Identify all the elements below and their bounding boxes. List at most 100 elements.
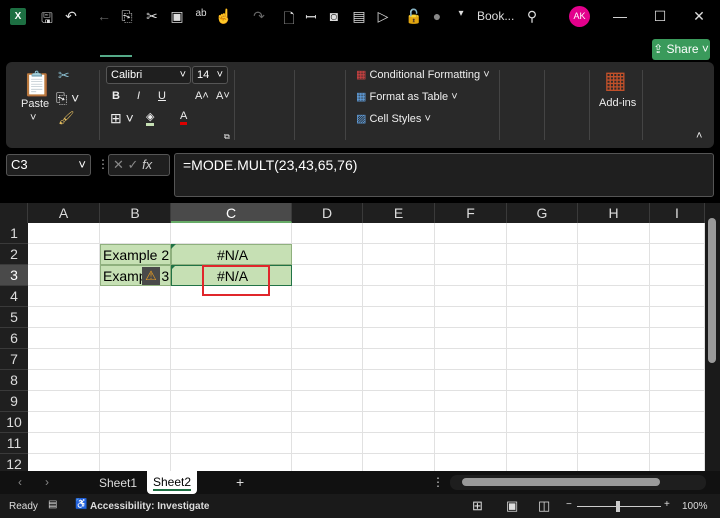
worksheet-grid[interactable]: A B C D E F G H I 1 2 3 4 5 6 7 8 9 10 11 12 Example 2 #N/A Exa… [0,203,705,475]
bold-button[interactable]: B [112,90,120,102]
accessibility-status[interactable]: Accessibility: Investigate [90,501,210,512]
paste-special-icon[interactable]: ▣ [168,8,186,25]
row-header[interactable]: 11 [0,433,28,454]
borders-icon[interactable]: ⊞ ˅ [110,110,134,127]
tab-options-icon[interactable]: ⋮ [432,475,444,489]
column-header[interactable]: C [171,203,292,223]
column-header[interactable]: E [363,203,435,223]
grow-font-button[interactable]: A˄ [195,90,209,102]
strikethrough-icon[interactable]: ꟷ [302,8,320,27]
new-file-icon[interactable]: 🗋 [280,8,298,32]
normal-view-icon[interactable]: ⊞ [472,498,483,514]
column-header[interactable]: I [650,203,705,223]
gridline [362,223,363,471]
cancel-icon[interactable]: ✕ [113,157,124,172]
horizontal-scrollbar[interactable] [450,475,706,490]
next-sheet-icon[interactable]: › [45,475,49,489]
italic-button[interactable]: I [137,90,140,102]
conditional-formatting-button[interactable]: ▦ Conditional Formatting ˅ [356,68,490,81]
accessibility-icon[interactable]: ♿ [75,499,87,510]
zoom-slider-thumb[interactable] [616,501,620,512]
cut-icon[interactable]: ✂ [143,8,161,25]
row-header[interactable]: 5 [0,307,28,328]
row-header[interactable]: 3 [0,265,28,286]
back-icon[interactable]: ← [95,8,113,24]
macro-icon[interactable]: ▤ [48,499,57,510]
zoom-level[interactable]: 100% [682,501,708,512]
customize-toolbar-icon[interactable]: ▾ [452,8,470,19]
row-header[interactable]: 7 [0,349,28,370]
minimize-icon[interactable]: — [611,8,629,24]
horizontal-scroll-thumb[interactable] [462,478,660,486]
cut-icon[interactable]: ✂ [58,67,70,84]
column-header[interactable]: D [292,203,363,223]
column-header[interactable]: G [507,203,578,223]
page-break-icon[interactable]: ◫ [538,498,550,514]
cell-styles-button[interactable]: ▨ Cell Styles ˅ [356,112,431,125]
column-header[interactable]: A [28,203,100,223]
row-header[interactable]: 1 [0,223,28,244]
font-size-select[interactable]: 14 ˅ [192,66,228,84]
paste-dropdown-icon[interactable]: ˅ [30,112,36,124]
fill-color-icon[interactable]: ◈ [146,110,155,126]
share-button[interactable]: ⇪ Share ˅ [652,39,710,60]
font-dialog-launcher-icon[interactable]: ⧉ [224,132,230,142]
gridline [28,306,705,307]
zoom-in-icon[interactable]: + [664,499,670,510]
addins-icon[interactable]: ▦ [604,66,627,95]
add-sheet-icon[interactable]: + [236,474,244,490]
row-header[interactable]: 2 [0,244,28,265]
select-all-button[interactable] [0,203,28,223]
row-header[interactable]: 4 [0,286,28,307]
prev-sheet-icon[interactable]: ‹ [18,475,22,489]
formula-input[interactable]: =MODE.MULT(23,43,65,76) [174,153,714,197]
format-painter-icon[interactable]: 🖌 [58,110,75,126]
copy-icon[interactable]: ⎘ [118,8,136,25]
addins-button[interactable]: Add-ins [599,97,636,109]
format-as-table-button[interactable]: ▦ Format as Table ˅ [356,90,458,103]
vertical-scrollbar[interactable] [705,203,720,471]
camera-icon[interactable]: ◙ [325,8,343,24]
undo-icon[interactable]: ↶ [62,8,80,25]
shrink-font-button[interactable]: A˅ [216,90,230,102]
column-header[interactable]: H [578,203,650,223]
cell-c2[interactable]: #N/A [171,244,292,265]
spelling-icon[interactable]: ab [192,8,210,19]
font-color-button[interactable]: A [180,110,188,125]
redo-icon[interactable]: ↷ [250,8,268,25]
font-name-select[interactable]: Calibri ˅ [106,66,191,84]
lock-icon[interactable]: 🔓 [405,8,423,25]
row-header[interactable]: 6 [0,328,28,349]
editor-icon[interactable]: ▷ [374,8,392,25]
close-icon[interactable]: ✕ [690,8,708,25]
collapse-ribbon-icon[interactable]: ˄ [696,130,702,142]
sheet-tab-sheet2[interactable]: Sheet2 [147,471,197,494]
cell-b2[interactable]: Example 2 [100,244,171,265]
name-box-value: C3 [11,157,28,172]
search-icon[interactable]: ⚲ [523,8,541,25]
save-icon[interactable]: 🖫 [38,8,56,32]
insert-function-button[interactable]: fx [142,157,152,172]
paste-icon[interactable]: 📋 [22,70,52,99]
record-icon[interactable]: ● [428,8,446,24]
name-box[interactable]: C3 ˅ [6,154,91,176]
row-header[interactable]: 10 [0,412,28,433]
avatar[interactable]: AK [569,6,590,27]
row-header[interactable]: 8 [0,370,28,391]
zoom-out-icon[interactable]: − [566,499,572,510]
copy-icon[interactable]: ⎘ ˅ [56,90,79,107]
maximize-icon[interactable]: ☐ [651,8,669,25]
vertical-scroll-thumb[interactable] [708,218,716,363]
enter-icon[interactable]: ✓ [128,157,139,172]
page-layout-icon[interactable]: ▣ [506,498,518,514]
cell-b3[interactable]: Example 3 [100,265,171,286]
error-warning-icon[interactable]: ⚠ [142,267,160,285]
touch-mode-icon[interactable]: ☝ [215,8,233,25]
column-header[interactable]: B [100,203,171,223]
row-header[interactable]: 9 [0,391,28,412]
paste-button[interactable]: Paste [21,98,49,110]
column-header[interactable]: F [435,203,507,223]
underline-button[interactable]: U [158,90,166,102]
sheet-tab-sheet1[interactable]: Sheet1 [99,476,137,490]
form-icon[interactable]: ▤ [350,8,368,25]
